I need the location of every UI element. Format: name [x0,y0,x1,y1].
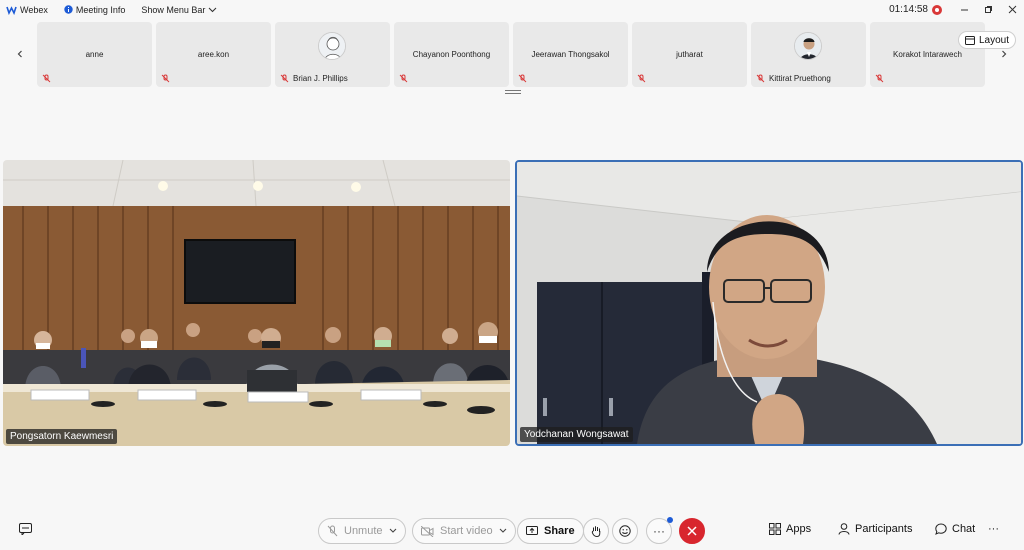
apps-button[interactable]: Apps [769,523,811,535]
muted-mic-icon [637,74,646,83]
participant-tile[interactable]: Chayanon Poonthong [394,22,509,87]
muted-mic-icon [756,74,765,83]
raise-hand-button[interactable] [583,518,609,544]
start-video-label: Start video [440,525,493,537]
strip-scroll-left-button[interactable] [12,46,28,62]
participant-strip: anne aree.kon Brian J. Phillips Chayanon… [37,22,985,87]
overflow-menu-button[interactable]: ··· [988,523,999,535]
muted-mic-icon [42,74,51,83]
app-brand: Webex [6,4,48,15]
layout-label: Layout [979,34,1010,46]
share-screen-icon [526,525,538,535]
share-control[interactable]: Share [517,518,584,544]
participants-label: Participants [855,523,913,535]
minimize-button[interactable] [952,0,976,19]
video-name-tag: Pongsatorn Kaewmesri [6,429,118,444]
avatar [318,32,346,60]
muted-mic-icon [518,74,527,83]
video-pane-conference-room[interactable]: Pongsatorn Kaewmesri [3,160,510,446]
video-name-tag: Yodchanan Wongsawat [520,427,633,442]
apps-label: Apps [786,523,812,535]
chat-bubble-icon [935,523,947,535]
restore-button[interactable] [976,0,1000,19]
video-pane-active-speaker[interactable]: Yodchanan Wongsawat [515,160,1023,446]
info-circle-icon [64,5,73,14]
hand-icon [591,526,601,537]
muted-mic-icon [327,525,338,537]
more-dots-icon: ··· [988,523,999,535]
participant-name: Korakot Intarawech [893,50,962,59]
strip-scroll-right-button[interactable] [996,46,1012,62]
participant-tile[interactable]: Jeerawan Thongsakol [513,22,628,87]
share-label: Share [544,525,575,537]
webex-logo-icon [6,4,17,15]
meeting-timer: 01:14:58 [889,4,928,15]
chevron-down-icon[interactable] [499,528,507,534]
more-options-control[interactable]: ··· [646,517,673,544]
participant-name: Chayanon Poonthong [412,50,491,59]
chevron-down-icon[interactable] [389,528,397,534]
participant-name: anne [85,50,104,59]
participant-name: aree.kon [197,50,230,59]
minimize-icon [960,9,968,11]
participant-name: jutharat [676,50,703,59]
leave-meeting-button[interactable] [679,518,705,544]
share-button[interactable]: Share [517,518,584,544]
more-dots-icon: ··· [653,524,665,538]
video-off-icon [421,525,434,537]
close-icon [687,526,697,536]
raise-hand-control[interactable] [583,518,609,544]
strip-resize-handle[interactable] [505,90,521,94]
participant-tile[interactable]: Brian J. Phillips [275,22,390,87]
chat-label: Chat [952,523,976,535]
participant-tile[interactable]: jutharat [632,22,747,87]
title-bar: Webex Meeting Info Show Menu Bar 01:14:5… [0,0,1024,19]
captions-icon [19,523,32,535]
more-options-button[interactable]: ··· [646,517,673,544]
smiley-icon [619,525,631,537]
conference-room-video [3,160,510,446]
person-icon [838,523,850,535]
participants-button[interactable]: Participants [838,523,912,535]
muted-mic-icon [875,74,884,83]
unmute-button[interactable]: Unmute [318,518,406,544]
participant-name: Kittirat Pruethong [769,74,831,83]
meeting-info-button[interactable]: Meeting Info [64,4,126,15]
layout-grid-icon [965,35,975,45]
show-menu-bar-label: Show Menu Bar [141,4,206,15]
active-speaker-video [517,162,1021,444]
recording-indicator-icon [932,4,942,15]
unmute-control[interactable]: Unmute [318,518,406,544]
chevron-left-icon [17,50,22,58]
unmute-label: Unmute [344,525,383,537]
muted-mic-icon [399,74,408,83]
muted-mic-icon [161,74,170,83]
close-button[interactable] [1000,0,1024,19]
reactions-button[interactable] [612,518,638,544]
end-call-control[interactable] [679,518,705,544]
avatar [794,32,822,60]
restore-icon [984,6,992,13]
start-video-button[interactable]: Start video [412,518,516,544]
close-icon [1008,5,1016,14]
show-menu-bar-button[interactable]: Show Menu Bar [141,5,217,15]
participant-tile[interactable]: aree.kon [156,22,271,87]
chevron-down-icon [208,7,217,13]
video-control[interactable]: Start video [412,518,516,544]
participant-name: Jeerawan Thongsakol [531,50,610,59]
participant-tile[interactable]: Kittirat Pruethong [751,22,866,87]
captions-button[interactable] [19,523,32,535]
participant-name: Brian J. Phillips [293,74,348,83]
participant-tile[interactable]: anne [37,22,152,87]
notification-dot-icon [667,517,673,523]
app-name: Webex [20,4,48,15]
meeting-info-label: Meeting Info [75,4,126,15]
muted-mic-icon [280,74,289,83]
chevron-right-icon [1002,50,1007,58]
chat-button[interactable]: Chat [935,523,975,535]
apps-grid-icon [769,523,781,535]
reactions-control[interactable] [612,518,638,544]
